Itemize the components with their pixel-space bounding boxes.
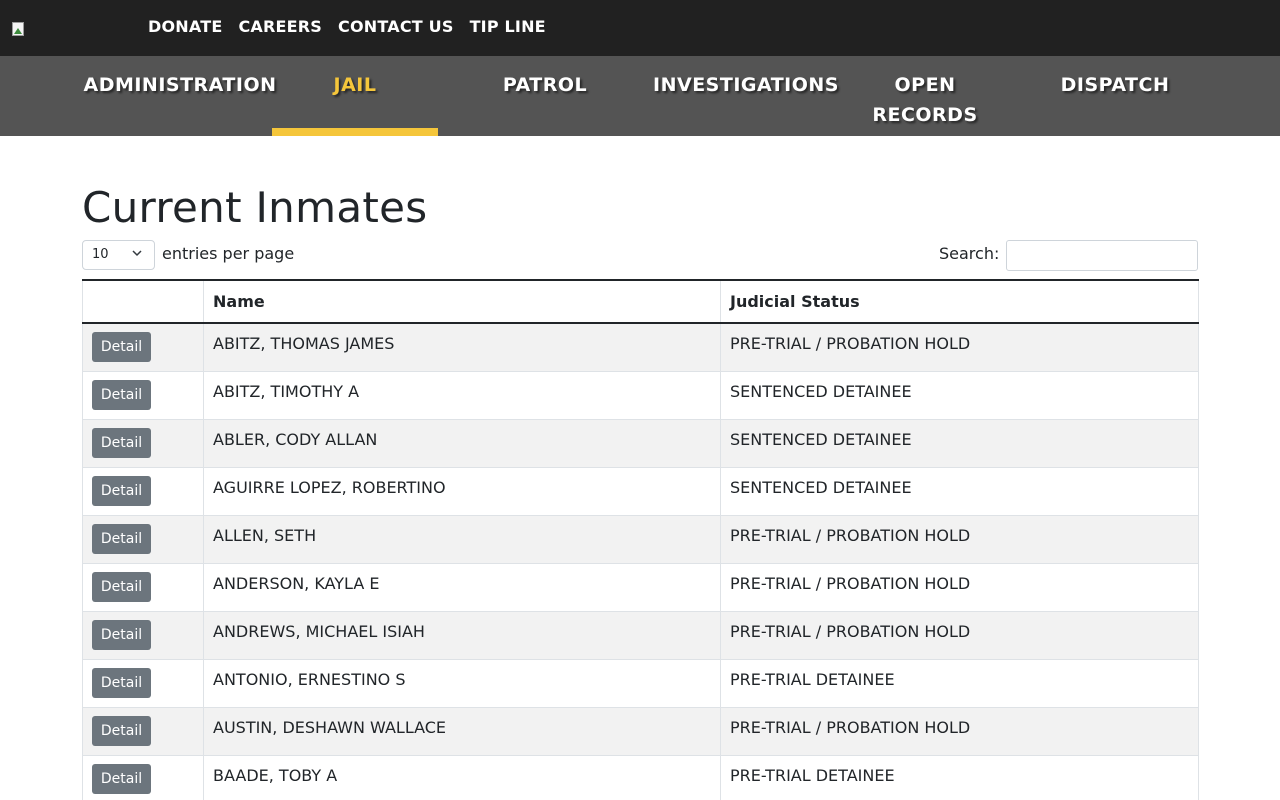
detail-button[interactable]: Detail xyxy=(92,475,151,506)
table-header-row: Name Judicial Status xyxy=(82,279,1199,324)
inmate-name: ABITZ, TIMOTHY A xyxy=(203,371,721,420)
search-label: Search: xyxy=(939,244,1000,263)
top-bar: DONATE CAREERS CONTACT US TIP LINE xyxy=(0,0,1280,56)
table-row: Detail ABITZ, TIMOTHY A SENTENCED DETAIN… xyxy=(82,371,1199,420)
judicial-status: SENTENCED DETAINEE xyxy=(720,371,1199,420)
inmate-name: ALLEN, SETH xyxy=(203,515,721,564)
inmate-name: ANDERSON, KAYLA E xyxy=(203,563,721,612)
table-row: Detail AGUIRRE LOPEZ, ROBERTINO SENTENCE… xyxy=(82,467,1199,516)
judicial-status: SENTENCED DETAINEE xyxy=(720,467,1199,516)
table-row: Detail ANDREWS, MICHAEL ISIAH PRE-TRIAL … xyxy=(82,611,1199,660)
table-row: Detail ABITZ, THOMAS JAMES PRE-TRIAL / P… xyxy=(82,323,1199,372)
broken-image-icon[interactable] xyxy=(12,22,28,38)
judicial-status: PRE-TRIAL / PROBATION HOLD xyxy=(720,707,1199,756)
detail-button[interactable]: Detail xyxy=(92,427,151,458)
table-row: Detail ALLEN, SETH PRE-TRIAL / PROBATION… xyxy=(82,515,1199,564)
nav-investigations[interactable]: INVESTIGATIONS xyxy=(648,70,844,100)
judicial-status: SENTENCED DETAINEE xyxy=(720,419,1199,468)
inmate-name: ANTONIO, ERNESTINO S xyxy=(203,659,721,708)
careers-link[interactable]: CAREERS xyxy=(238,17,322,37)
inmate-name: AGUIRRE LOPEZ, ROBERTINO xyxy=(203,467,721,516)
judicial-status: PRE-TRIAL DETAINEE xyxy=(720,659,1199,708)
table-row: Detail ANDERSON, KAYLA E PRE-TRIAL / PRO… xyxy=(82,563,1199,612)
col-header-action[interactable] xyxy=(82,279,204,324)
donate-link[interactable]: DONATE xyxy=(148,17,222,37)
nav-administration[interactable]: ADMINISTRATION xyxy=(82,70,278,100)
judicial-status: PRE-TRIAL / PROBATION HOLD xyxy=(720,611,1199,660)
table-row: Detail BAADE, TOBY A PRE-TRIAL DETAINEE xyxy=(82,755,1199,800)
detail-button[interactable]: Detail xyxy=(92,619,151,650)
inmate-name: BAADE, TOBY A xyxy=(203,755,721,800)
detail-button[interactable]: Detail xyxy=(92,379,151,410)
inmate-name: ABITZ, THOMAS JAMES xyxy=(203,323,721,372)
col-header-name[interactable]: Name xyxy=(203,279,721,324)
table-row: Detail ABLER, CODY ALLAN SENTENCED DETAI… xyxy=(82,419,1199,468)
table-row: Detail ANTONIO, ERNESTINO S PRE-TRIAL DE… xyxy=(82,659,1199,708)
detail-button[interactable]: Detail xyxy=(92,715,151,746)
nav-dispatch[interactable]: DISPATCH xyxy=(1050,70,1180,100)
active-nav-indicator xyxy=(272,128,438,136)
tip-line-link[interactable]: TIP LINE xyxy=(470,17,546,37)
page-title: Current Inmates xyxy=(82,183,428,232)
detail-button[interactable]: Detail xyxy=(92,667,151,698)
chevron-down-icon xyxy=(132,250,142,257)
inmate-name: ABLER, CODY ALLAN xyxy=(203,419,721,468)
detail-button[interactable]: Detail xyxy=(92,571,151,602)
judicial-status: PRE-TRIAL / PROBATION HOLD xyxy=(720,515,1199,564)
entries-label: entries per page xyxy=(162,244,295,263)
col-header-judicial-status[interactable]: Judicial Status xyxy=(720,279,1199,324)
contact-us-link[interactable]: CONTACT US xyxy=(338,17,454,37)
nav-jail[interactable]: JAIL xyxy=(272,70,438,100)
judicial-status: PRE-TRIAL / PROBATION HOLD xyxy=(720,323,1199,372)
search-input[interactable] xyxy=(1006,240,1198,271)
inmate-name: AUSTIN, DESHAWN WALLACE xyxy=(203,707,721,756)
detail-button[interactable]: Detail xyxy=(92,523,151,554)
nav-patrol[interactable]: PATROL xyxy=(490,70,600,100)
entries-value: 10 xyxy=(92,247,109,262)
inmate-name: ANDREWS, MICHAEL ISIAH xyxy=(203,611,721,660)
main-nav: ADMINISTRATION JAIL PATROL INVESTIGATION… xyxy=(0,56,1280,136)
detail-button[interactable]: Detail xyxy=(92,763,151,794)
utility-nav: DONATE CAREERS CONTACT US TIP LINE xyxy=(148,17,562,37)
inmates-table: Name Judicial Status Detail ABITZ, THOMA… xyxy=(82,279,1199,800)
judicial-status: PRE-TRIAL DETAINEE xyxy=(720,755,1199,800)
judicial-status: PRE-TRIAL / PROBATION HOLD xyxy=(720,563,1199,612)
nav-open-records[interactable]: OPEN RECORDS xyxy=(862,70,988,130)
detail-button[interactable]: Detail xyxy=(92,332,151,362)
table-row: Detail AUSTIN, DESHAWN WALLACE PRE-TRIAL… xyxy=(82,707,1199,756)
entries-per-page-select[interactable]: 10 xyxy=(82,240,155,270)
